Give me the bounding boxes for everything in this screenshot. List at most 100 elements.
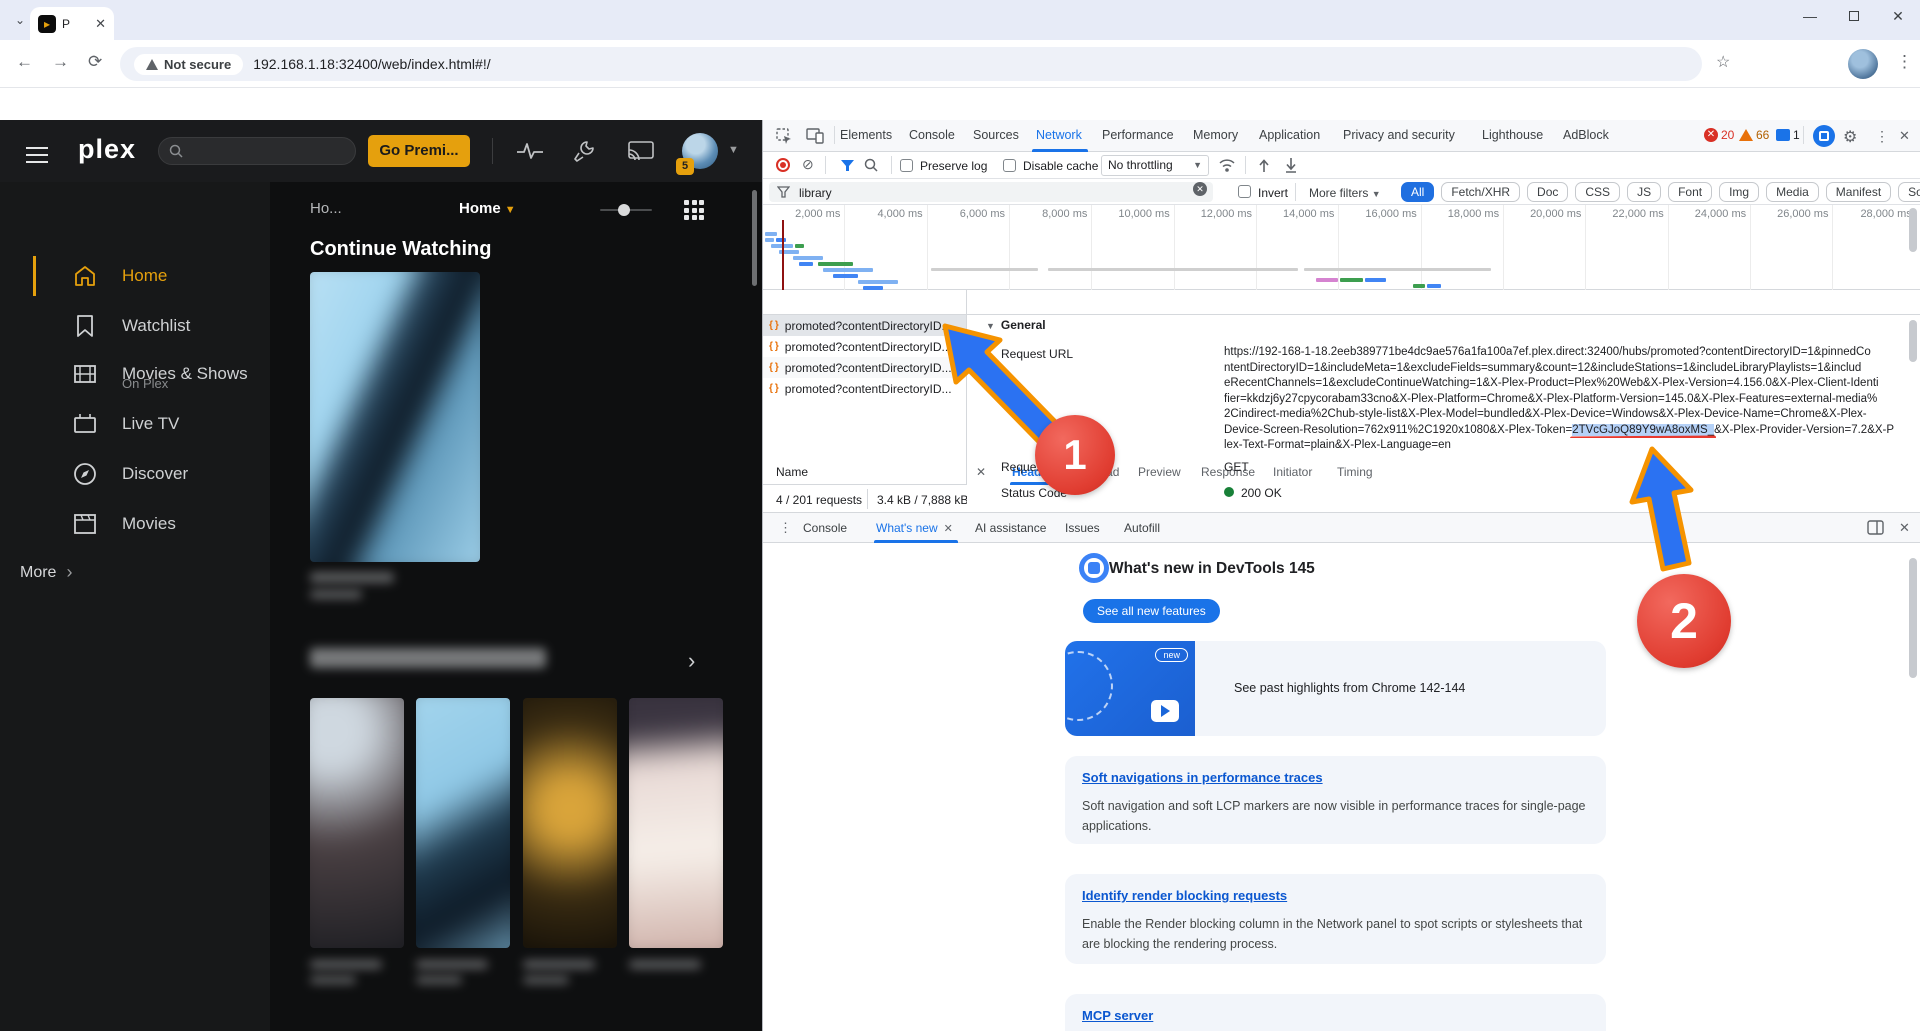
plex-scrollbar[interactable] <box>752 190 757 286</box>
tab-close-icon[interactable]: ✕ <box>95 16 106 32</box>
browser-menu-icon[interactable]: ⋮ <box>1896 52 1913 72</box>
devtools-menu-icon[interactable]: ⋮ <box>1875 128 1889 145</box>
hamburger-menu-icon[interactable] <box>26 142 48 168</box>
article-link[interactable]: Soft navigations in performance traces <box>1082 770 1323 785</box>
tab-search-icon[interactable]: ⌄ <box>10 10 30 30</box>
cast-icon[interactable] <box>628 141 654 161</box>
close-details-icon[interactable]: ✕ <box>976 465 986 479</box>
error-badge[interactable]: ✕20 <box>1704 128 1734 142</box>
chip-font[interactable]: Font <box>1668 182 1712 202</box>
export-har-icon[interactable] <box>1284 157 1298 173</box>
clear-filter-icon[interactable]: ✕ <box>1193 182 1207 196</box>
close-tab-icon[interactable]: ✕ <box>944 523 953 535</box>
sidebar-item-discover[interactable]: Discover <box>0 450 270 498</box>
general-section-header[interactable]: ▼General <box>986 318 1046 332</box>
drawer-menu-icon[interactable]: ⋮ <box>779 520 792 536</box>
settings-gear-icon[interactable]: ⚙ <box>1843 127 1857 147</box>
record-button[interactable] <box>776 158 790 172</box>
sidebar-item-watchlist[interactable]: Watchlist <box>0 302 270 350</box>
not-secure-chip[interactable]: Not secure <box>134 54 243 75</box>
window-minimize-button[interactable]: — <box>1788 0 1832 34</box>
reload-button[interactable]: ⟳ <box>88 52 102 72</box>
chip-js[interactable]: JS <box>1627 182 1661 202</box>
name-column-header[interactable]: Name <box>776 465 808 479</box>
tab-adblock[interactable]: AdBlock <box>1563 128 1609 142</box>
tab-memory[interactable]: Memory <box>1193 128 1238 142</box>
chip-img[interactable]: Img <box>1719 182 1759 202</box>
sidebar-item-live-tv[interactable]: Live TV <box>0 400 270 448</box>
tab-console[interactable]: Console <box>909 128 955 142</box>
drawer-tab-ai-assistance[interactable]: AI assistance <box>975 521 1046 535</box>
highlight-thumbnail[interactable]: new <box>1065 641 1195 736</box>
sidebar-item-home[interactable]: Home <box>0 252 270 300</box>
grid-view-icon[interactable] <box>684 200 706 222</box>
issues-badge[interactable]: 1 <box>1776 128 1800 142</box>
drawer-tab-issues[interactable]: Issues <box>1065 521 1100 535</box>
address-bar[interactable]: Not secure 192.168.1.18:32400/web/index.… <box>120 47 1702 81</box>
sidebar-item-movies[interactable]: Movies <box>0 500 270 548</box>
more-filters-dropdown[interactable]: More filters ▼ <box>1309 186 1381 200</box>
device-toolbar-icon[interactable] <box>806 128 824 144</box>
plex-token-highlight[interactable]: 2TVcGJoQ89Y9wA8oxMS_ <box>1572 424 1714 436</box>
chip-css[interactable]: CSS <box>1575 182 1620 202</box>
import-har-icon[interactable] <box>1257 157 1271 173</box>
request-row[interactable]: { }promoted?contentDirectoryID... <box>763 336 966 357</box>
devtools-close-icon[interactable]: ✕ <box>1899 128 1910 144</box>
account-chevron-down-icon[interactable]: ▼ <box>728 144 739 156</box>
network-scrollbar[interactable] <box>1909 208 1917 252</box>
play-icon[interactable] <box>1151 700 1179 722</box>
filter-input[interactable] <box>769 182 1213 202</box>
tab-lighthouse[interactable]: Lighthouse <box>1482 128 1543 142</box>
warning-badge[interactable]: 66 <box>1739 128 1769 142</box>
tab-network[interactable]: Network <box>1036 128 1082 142</box>
poster-blurred[interactable] <box>416 698 510 948</box>
drawer-tab-autofill[interactable]: Autofill <box>1124 521 1160 535</box>
window-maximize-button[interactable] <box>1832 0 1876 34</box>
tab-application[interactable]: Application <box>1259 128 1320 142</box>
plex-logo[interactable]: plex <box>78 134 136 165</box>
inspect-element-icon[interactable] <box>776 128 793 145</box>
browser-avatar[interactable] <box>1848 49 1878 79</box>
tab-timing[interactable]: Timing <box>1337 465 1373 479</box>
chip-media[interactable]: Media <box>1766 182 1819 202</box>
filter-funnel-icon[interactable] <box>840 159 855 172</box>
tab-preview[interactable]: Preview <box>1138 465 1181 479</box>
library-dropdown[interactable]: Home▼ <box>459 200 516 217</box>
poster-blurred[interactable] <box>310 698 404 948</box>
throttling-select[interactable]: No throttling▼ <box>1101 155 1209 176</box>
carousel-next-icon[interactable]: › <box>688 648 695 674</box>
activity-icon[interactable] <box>516 141 544 161</box>
see-all-features-button[interactable]: See all new features <box>1083 599 1220 623</box>
chip-fetch-xhr[interactable]: Fetch/XHR <box>1441 182 1520 202</box>
disable-cache-checkbox[interactable] <box>1003 159 1016 172</box>
window-close-button[interactable]: ✕ <box>1876 0 1920 34</box>
tab-elements[interactable]: Elements <box>840 128 892 142</box>
article-link[interactable]: Identify render blocking requests <box>1082 888 1287 903</box>
slider-knob[interactable] <box>618 204 630 216</box>
tab-sources[interactable]: Sources <box>973 128 1019 142</box>
chip-doc[interactable]: Doc <box>1527 182 1568 202</box>
search-icon[interactable] <box>864 158 878 172</box>
request-url-value[interactable]: https://192-168-1-18.2eeb389771be4dc9ae5… <box>1224 345 1920 454</box>
article-link[interactable]: MCP server <box>1082 1008 1153 1023</box>
split-panel-icon[interactable] <box>1867 520 1884 535</box>
headers-scrollbar[interactable] <box>1909 320 1917 362</box>
browser-tab[interactable]: ▸ P ✕ <box>30 7 114 40</box>
back-button[interactable]: ← <box>16 52 33 72</box>
invert-checkbox[interactable] <box>1238 185 1251 198</box>
request-row[interactable]: { }promoted?contentDirectoryID... <box>763 378 966 399</box>
plex-search-input[interactable] <box>158 137 356 165</box>
sidebar-more[interactable]: More › <box>20 562 72 583</box>
chip-socket[interactable]: Socket <box>1898 182 1920 202</box>
forward-button[interactable]: → <box>52 52 69 72</box>
drawer-tab-whats-new[interactable]: What's new✕ <box>876 521 953 535</box>
drawer-tab-console[interactable]: Console <box>803 521 847 535</box>
drawer-close-icon[interactable]: ✕ <box>1899 520 1910 536</box>
chip-all[interactable]: All <box>1401 182 1434 202</box>
request-row[interactable]: { }promoted?contentDirectoryID... <box>763 357 966 378</box>
chip-manifest[interactable]: Manifest <box>1826 182 1891 202</box>
clear-icon[interactable]: ⊘ <box>802 156 814 173</box>
tab-privacy[interactable]: Privacy and security <box>1343 128 1455 142</box>
tab-performance[interactable]: Performance <box>1102 128 1174 142</box>
poster-blurred[interactable] <box>629 698 723 948</box>
